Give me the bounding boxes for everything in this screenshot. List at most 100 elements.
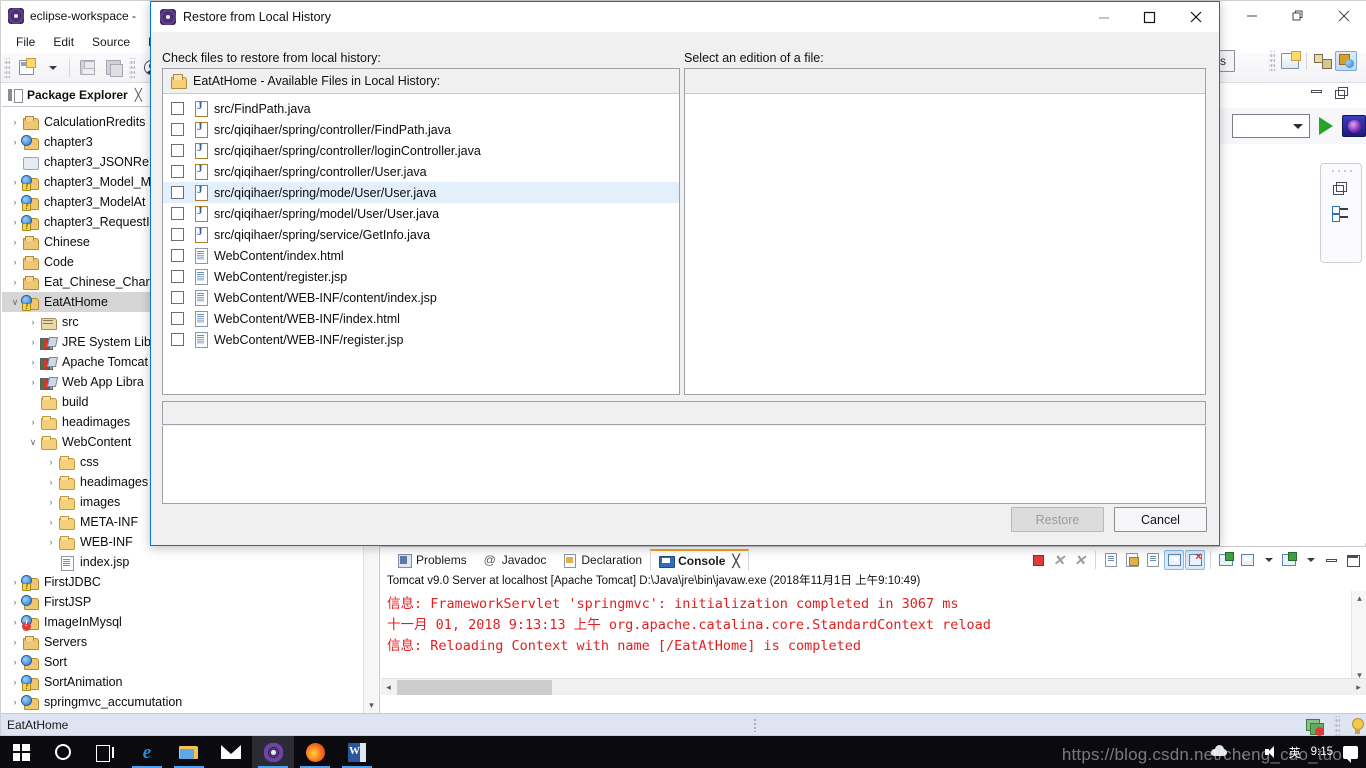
console-maximize-icon[interactable] — [1342, 550, 1362, 570]
ime-indicator[interactable]: 英 — [1289, 744, 1301, 761]
twisty-collapsed-icon[interactable]: › — [8, 637, 22, 647]
open-perspective-icon[interactable] — [1281, 51, 1301, 69]
file-checkbox[interactable] — [171, 333, 184, 346]
tab-problems[interactable]: Problems — [389, 549, 475, 571]
scrollbar-thumb[interactable] — [397, 680, 552, 695]
twisty-collapsed-icon[interactable]: › — [44, 517, 58, 527]
cortana-button[interactable] — [42, 736, 84, 768]
show-console-on-output-icon[interactable] — [1185, 550, 1205, 570]
twisty-collapsed-icon[interactable]: › — [8, 577, 22, 587]
firefox-button[interactable] — [294, 736, 336, 768]
task-view-button[interactable] — [84, 736, 126, 768]
tip-bulb-icon[interactable] — [1351, 718, 1364, 734]
mail-button[interactable] — [210, 736, 252, 768]
restore-view-icon[interactable] — [1333, 182, 1347, 195]
console-vertical-scrollbar[interactable]: ▴ ▾ — [1351, 591, 1366, 683]
save-all-icon[interactable] — [101, 57, 125, 79]
onedrive-icon[interactable] — [1210, 744, 1227, 760]
twisty-collapsed-icon[interactable]: › — [44, 537, 58, 547]
file-checkbox[interactable] — [171, 102, 184, 115]
twisty-collapsed-icon[interactable]: › — [8, 237, 22, 247]
clock[interactable]: 9:15 — [1311, 746, 1333, 759]
menu-file[interactable]: File — [7, 33, 44, 51]
edition-panel[interactable] — [684, 68, 1206, 395]
tree-item-springmvc-accumutation[interactable]: › springmvc_accumutation — [2, 692, 364, 712]
file-list-row[interactable]: src/qiqihaer/spring/controller/loginCont… — [163, 140, 679, 161]
file-list-row[interactable]: src/qiqihaer/spring/model/User/User.java — [163, 203, 679, 224]
twisty-collapsed-icon[interactable] — [44, 557, 58, 567]
outline-view-icon[interactable] — [1332, 206, 1348, 222]
open-console-icon[interactable] — [1279, 550, 1299, 570]
menu-edit[interactable]: Edit — [44, 33, 83, 51]
file-list-row[interactable]: src/qiqihaer/spring/controller/FindPath.… — [163, 119, 679, 140]
restore-button[interactable]: Restore — [1011, 507, 1104, 532]
file-list-row[interactable]: src/qiqihaer/spring/controller/User.java — [163, 161, 679, 182]
eclipse-minimize-button[interactable] — [1229, 1, 1275, 31]
scroll-down-arrow-icon[interactable]: ▾ — [364, 698, 379, 713]
twisty-collapsed-icon[interactable]: › — [26, 417, 40, 427]
open-console-dropdown-icon[interactable] — [1300, 550, 1320, 570]
dialog-maximize-button[interactable] — [1127, 2, 1173, 32]
file-list-row[interactable]: WebContent/WEB-INF/index.html — [163, 308, 679, 329]
remove-all-launches-icon[interactable]: ✕ — [1070, 550, 1090, 570]
twisty-collapsed-icon[interactable]: › — [26, 317, 40, 327]
tree-item-firstjdbc[interactable]: › FirstJDBC — [2, 572, 364, 592]
file-checkbox[interactable] — [171, 123, 184, 136]
preview-panel[interactable] — [162, 426, 1206, 504]
cancel-button[interactable]: Cancel — [1114, 507, 1207, 532]
terminate-icon[interactable] — [1028, 550, 1048, 570]
tab-javadoc[interactable]: @ Javadoc — [475, 549, 555, 571]
file-list-row[interactable]: src/qiqihaer/spring/service/GetInfo.java — [163, 224, 679, 245]
twisty-collapsed-icon[interactable] — [26, 397, 40, 407]
files-checkbox-list[interactable]: src/FindPath.java src/qiqihaer/spring/con… — [163, 95, 679, 394]
remove-launch-icon[interactable]: ✕ — [1049, 550, 1069, 570]
tree-item-sort[interactable]: › Sort — [2, 652, 364, 672]
java-perspective-icon[interactable] — [1314, 53, 1332, 69]
tree-item-index-jsp[interactable]: index.jsp — [2, 552, 364, 572]
server-select[interactable] — [1232, 114, 1310, 138]
console-output[interactable]: 信息: FrameworkServlet 'springmvc': initia… — [381, 591, 1351, 681]
dialog-minimize-button[interactable] — [1081, 2, 1127, 32]
file-list-row[interactable]: WebContent/index.html — [163, 245, 679, 266]
close-icon[interactable]: ╳ — [135, 88, 142, 102]
twisty-collapsed-icon[interactable] — [8, 157, 22, 167]
edge-button[interactable]: e — [126, 736, 168, 768]
file-checkbox[interactable] — [171, 270, 184, 283]
editor-minimize-icon[interactable] — [1311, 90, 1322, 93]
new-wizard-icon[interactable] — [14, 57, 38, 79]
tab-declaration[interactable]: Declaration — [554, 549, 650, 571]
twisty-collapsed-icon[interactable]: › — [8, 257, 22, 267]
file-checkbox[interactable] — [171, 207, 184, 220]
tree-item-servers[interactable]: › Servers — [2, 632, 364, 652]
start-button[interactable] — [0, 736, 42, 768]
debug-icon[interactable] — [1342, 115, 1366, 137]
twisty-collapsed-icon[interactable]: › — [26, 337, 40, 347]
tree-item-sortanimation[interactable]: › SortAnimation — [2, 672, 364, 692]
twisty-collapsed-icon[interactable]: › — [8, 217, 22, 227]
tab-console[interactable]: Console ╳ — [650, 549, 749, 571]
volume-icon[interactable] — [1263, 744, 1279, 760]
twisty-collapsed-icon[interactable]: › — [8, 117, 22, 127]
file-checkbox[interactable] — [171, 144, 184, 157]
file-checkbox[interactable] — [171, 249, 184, 262]
dialog-close-button[interactable] — [1173, 2, 1219, 32]
twisty-collapsed-icon[interactable]: › — [8, 677, 22, 687]
file-list-row[interactable]: WebContent/WEB-INF/register.jsp — [163, 329, 679, 350]
new-wizard-dropdown-icon[interactable] — [40, 57, 64, 79]
status-bar-grip[interactable] — [753, 718, 757, 732]
twisty-collapsed-icon[interactable]: › — [26, 357, 40, 367]
java-ee-perspective-icon[interactable] — [1335, 51, 1357, 71]
notifications-icon[interactable] — [1343, 745, 1358, 763]
twisty-collapsed-icon[interactable]: › — [44, 477, 58, 487]
new-console-view-icon[interactable] — [1216, 550, 1236, 570]
word-button[interactable] — [336, 736, 378, 768]
run-icon[interactable] — [1319, 117, 1333, 135]
toolbar-drag-handle-2[interactable] — [129, 57, 135, 78]
file-checkbox[interactable] — [171, 165, 184, 178]
file-explorer-button[interactable] — [168, 736, 210, 768]
close-icon[interactable]: ╳ — [732, 554, 739, 568]
twisty-collapsed-icon[interactable]: › — [8, 177, 22, 187]
wifi-icon[interactable] — [1237, 744, 1253, 760]
twisty-collapsed-icon[interactable]: › — [8, 197, 22, 207]
console-minimize-icon[interactable] — [1321, 550, 1341, 570]
